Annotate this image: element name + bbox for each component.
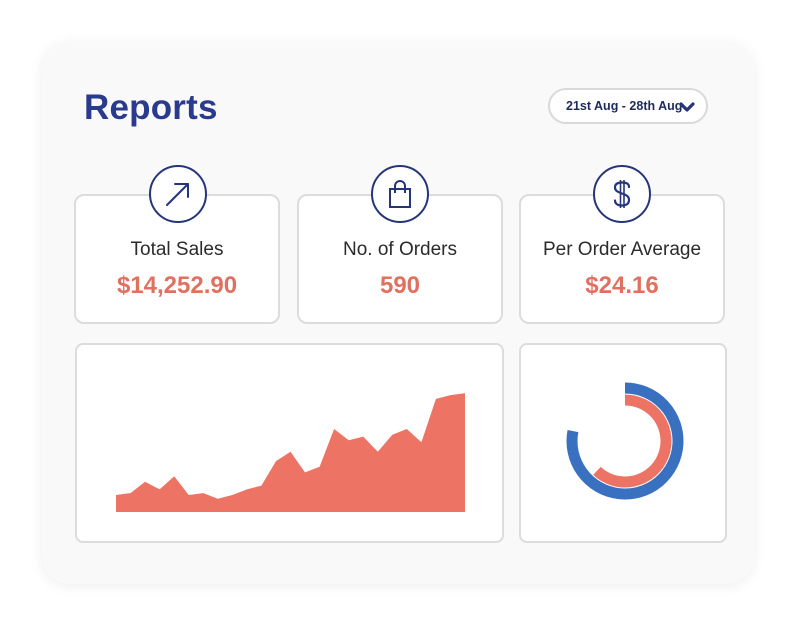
donut-chart xyxy=(519,343,727,543)
stat-value: 590 xyxy=(379,272,421,299)
stat-label: No. of Orders xyxy=(342,239,458,260)
shopping-bag-icon xyxy=(371,165,429,223)
chevron-down-icon xyxy=(679,102,695,112)
stat-label: Per Order Average xyxy=(542,239,702,260)
date-range-label: 21st Aug - 28th Aug xyxy=(566,99,683,113)
stat-label: Total Sales xyxy=(130,239,224,260)
sales-area-series xyxy=(116,393,465,512)
sales-area-chart xyxy=(75,343,504,543)
dollar-icon xyxy=(593,165,651,223)
donut-chart-plot xyxy=(566,382,684,500)
arrow-up-right-icon xyxy=(149,165,207,223)
donut-inner-ring xyxy=(593,394,672,488)
stat-value: $14,252.90 xyxy=(116,272,238,299)
date-range-dropdown[interactable]: 21st Aug - 28th Aug xyxy=(548,88,708,124)
area-chart-plot xyxy=(116,393,465,512)
page-title: Reports xyxy=(84,88,218,127)
stat-value: $24.16 xyxy=(585,272,659,299)
